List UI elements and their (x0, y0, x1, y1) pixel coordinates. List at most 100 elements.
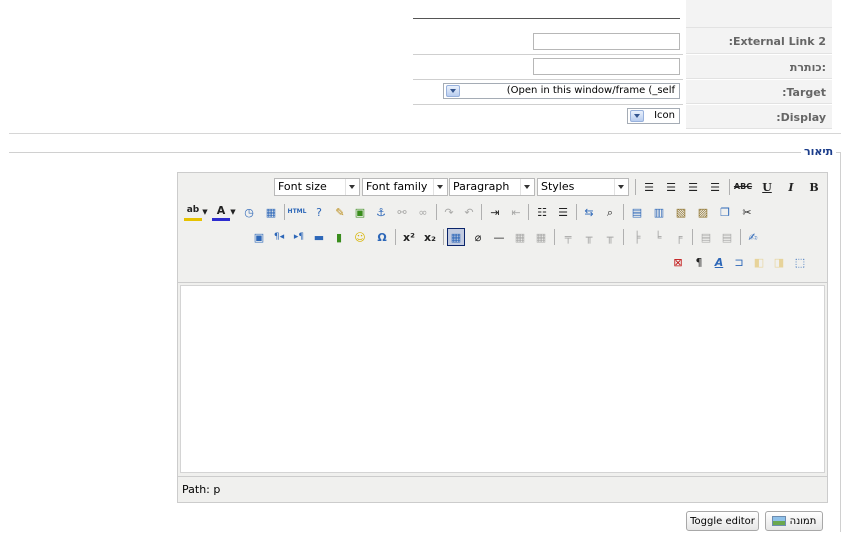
insert-row-after-icon[interactable]: ╘ (649, 228, 667, 246)
align-right-icon[interactable]: ☰ (662, 178, 680, 196)
paste-word-icon[interactable]: ▥ (650, 203, 668, 221)
visual-aid-icon[interactable]: ▦ (447, 228, 465, 246)
iframe-icon[interactable]: ▣ (250, 228, 268, 246)
move-forward-icon[interactable]: ◧ (750, 253, 768, 271)
outdent-icon[interactable]: ⇤ (507, 203, 525, 221)
html-icon[interactable]: HTML (288, 203, 307, 221)
table-icon[interactable]: ▦ (532, 228, 550, 246)
insert-layer-icon[interactable]: ⊐ (730, 253, 748, 271)
styles-select[interactable]: Styles (537, 178, 629, 196)
edit-icon[interactable]: ✍ (744, 228, 762, 246)
external-link-2-input[interactable] (533, 33, 680, 50)
toolbar-separator (623, 229, 624, 245)
cell-props-icon[interactable]: ▤ (697, 228, 715, 246)
emoticon-icon[interactable]: ☺ (351, 228, 369, 246)
calendar-icon[interactable]: ▦ (262, 203, 280, 221)
image-icon[interactable]: ▣ (351, 203, 369, 221)
top-rule (413, 18, 680, 19)
align-left-icon[interactable]: ☰ (706, 178, 724, 196)
row-props-icon[interactable]: ▤ (718, 228, 736, 246)
paste-icon[interactable]: ▨ (694, 203, 712, 221)
nonbreaking-icon[interactable]: ⊠ (669, 253, 687, 271)
bold-icon[interactable]: B (805, 178, 823, 196)
insert-col-before-icon[interactable]: ╥ (601, 228, 619, 246)
anchor-icon[interactable]: ⚓ (372, 203, 390, 221)
chevron-down-icon[interactable] (433, 179, 447, 195)
toolbar-separator (443, 229, 444, 245)
fieldset-border (840, 152, 841, 532)
clock-icon[interactable]: ◷ (240, 203, 258, 221)
subscript-icon[interactable]: x₂ (421, 228, 439, 246)
chevron-down-icon[interactable] (520, 179, 534, 195)
underline-icon[interactable]: U (758, 178, 776, 196)
chevron-down-icon[interactable]: ▼ (200, 203, 210, 221)
redo-icon[interactable]: ↷ (440, 203, 458, 221)
ordered-list-icon[interactable]: ☷ (533, 203, 551, 221)
italic-icon[interactable]: I (782, 178, 800, 196)
insert-col-after-icon[interactable]: ╥ (580, 228, 598, 246)
unordered-list-icon[interactable]: ☰ (554, 203, 572, 221)
image-button[interactable]: תמונה (765, 511, 823, 531)
remove-format-icon[interactable]: ⌀ (469, 228, 487, 246)
direction-rtl-icon[interactable]: ¶◂ (270, 228, 288, 246)
merge-cells-icon[interactable]: ▦ (511, 228, 529, 246)
media-icon[interactable]: ▮ (330, 228, 348, 246)
image-icon (771, 516, 786, 526)
align-center-icon[interactable]: ☰ (684, 178, 702, 196)
font-size-select[interactable]: Font size (274, 178, 360, 196)
direction-ltr-icon[interactable]: ▸¶ (290, 228, 308, 246)
insert-row-before-icon[interactable]: ╒ (670, 228, 688, 246)
select-all-icon[interactable]: ▤ (628, 203, 646, 221)
chevron-down-icon[interactable] (630, 110, 644, 122)
undo-icon[interactable]: ↶ (460, 203, 478, 221)
display-select-value: Icon (654, 110, 675, 121)
cleanup-icon[interactable]: ✎ (331, 203, 349, 221)
paste-text-icon[interactable]: ▧ (672, 203, 690, 221)
copy-icon[interactable]: ❐ (716, 203, 734, 221)
strikethrough-icon[interactable]: ABC (734, 178, 752, 196)
chevron-down-icon[interactable] (345, 179, 359, 195)
delete-row-icon[interactable]: ╞ (628, 228, 646, 246)
target-select[interactable]: (Open in this window/frame (_self (443, 83, 680, 99)
cut-icon[interactable]: ✂ (738, 203, 756, 221)
display-select[interactable]: Icon (627, 108, 680, 124)
toolbar-separator (481, 204, 482, 220)
toggle-editor-button[interactable]: Toggle editor (686, 511, 759, 531)
toolbar-separator (729, 179, 730, 195)
absolute-icon[interactable]: ⬚ (791, 253, 809, 271)
form-row-empty (686, 0, 832, 28)
toolbar-separator (436, 204, 437, 220)
toggle-editor-label: Toggle editor (690, 515, 755, 527)
rich-text-editor: Font size Font family Paragraph Styles ☰… (177, 172, 828, 503)
toolbar-separator (554, 229, 555, 245)
image-button-label: תמונה (789, 515, 817, 527)
chevron-down-icon[interactable] (614, 179, 628, 195)
chevron-down-icon[interactable] (446, 85, 460, 97)
delete-col-icon[interactable]: ╤ (559, 228, 577, 246)
title-input[interactable] (533, 58, 680, 75)
editor-content[interactable] (180, 285, 825, 473)
toolbar-separator (576, 204, 577, 220)
row-divider (413, 104, 683, 105)
target-select-value: (Open in this window/frame (_self (506, 85, 675, 96)
styleprops-icon[interactable]: A (710, 253, 728, 271)
special-char-icon[interactable]: Ω (373, 228, 391, 246)
unlink-icon[interactable]: ⚯ (393, 203, 411, 221)
replace-icon[interactable]: ⇆ (580, 203, 598, 221)
title-label: כותרת: (686, 55, 832, 79)
find-icon[interactable]: ⌕ (601, 203, 619, 221)
paragraph-select[interactable]: Paragraph (449, 178, 535, 196)
link-icon[interactable]: ∞ (414, 203, 432, 221)
horizontal-rule-icon[interactable]: ▬ (310, 228, 328, 246)
font-family-select[interactable]: Font family (362, 178, 448, 196)
align-full-icon[interactable]: ☰ (640, 178, 658, 196)
move-backward-icon[interactable]: ◨ (770, 253, 788, 271)
chevron-down-icon[interactable]: ▼ (228, 203, 238, 221)
superscript-icon[interactable]: x² (400, 228, 418, 246)
row-divider (413, 54, 683, 55)
indent-icon[interactable]: ⇥ (486, 203, 504, 221)
external-link-2-label: :External Link 2 (686, 28, 832, 54)
help-icon[interactable]: ? (310, 203, 328, 221)
paragraph-mark-icon[interactable]: ¶ (690, 253, 708, 271)
insert-hr-icon[interactable]: — (490, 228, 508, 246)
